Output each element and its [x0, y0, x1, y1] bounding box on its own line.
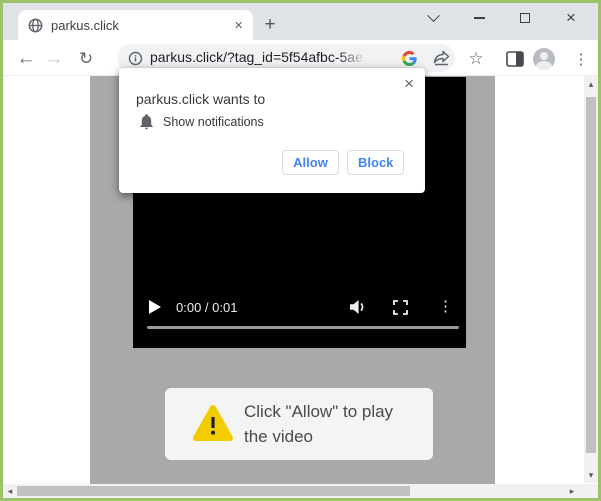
dialog-title: parkus.click wants to	[136, 91, 265, 107]
horizontal-scrollbar[interactable]: ◂ ▸	[3, 484, 598, 498]
reload-button[interactable]: ↻	[73, 46, 99, 72]
notification-permission-dialog: × parkus.click wants to Show notificatio…	[119, 68, 425, 193]
allow-warning-box: Click "Allow" to play the video	[165, 388, 433, 460]
scroll-right-icon[interactable]: ▸	[565, 484, 579, 498]
video-time: 0:00 / 0:01	[176, 300, 237, 315]
warning-line-2: the video	[244, 424, 393, 449]
url-fade-overlay	[338, 49, 372, 67]
vertical-scroll-thumb[interactable]	[586, 97, 596, 453]
video-overflow-icon[interactable]: ⋮	[438, 297, 453, 315]
forward-button[interactable]: →	[41, 46, 67, 72]
globe-favicon-icon	[28, 18, 43, 33]
block-button[interactable]: Block	[347, 150, 404, 175]
browser-tab[interactable]: parkus.click ×	[18, 10, 253, 40]
permission-label: Show notifications	[163, 115, 264, 129]
minimize-icon	[474, 17, 485, 19]
url-text: parkus.click/?tag_id=5f54afbc-5ae	[150, 49, 363, 65]
warning-triangle-icon	[192, 404, 234, 442]
warning-line-1: Click "Allow" to play	[244, 399, 393, 424]
window-close-button[interactable]: ×	[548, 3, 594, 33]
fullscreen-icon[interactable]	[393, 300, 408, 315]
browser-window: parkus.click × + × ← → ↻ parkus.click/?t…	[0, 0, 601, 501]
scrollbar-corner	[581, 484, 598, 498]
new-tab-button[interactable]: +	[259, 15, 281, 37]
url-display: parkus.click/?tag_id=5f54afbc-5ae	[150, 49, 372, 67]
browser-menu-button[interactable]: ⋮	[568, 46, 594, 72]
site-info-icon[interactable]	[128, 51, 143, 66]
window-maximize-button[interactable]	[502, 3, 548, 33]
maximize-icon	[520, 13, 530, 23]
dialog-buttons: Allow Block	[282, 150, 404, 175]
side-panel-button[interactable]	[502, 46, 528, 72]
scroll-down-icon[interactable]: ▾	[584, 469, 598, 481]
avatar	[533, 48, 555, 70]
horizontal-scroll-thumb[interactable]	[17, 486, 410, 496]
google-g-icon[interactable]	[402, 51, 417, 66]
tab-close-icon[interactable]: ×	[234, 18, 243, 33]
side-panel-icon	[506, 51, 524, 67]
chevron-down-icon	[427, 9, 440, 22]
profile-button[interactable]	[531, 46, 557, 72]
window-controls: ×	[410, 3, 594, 33]
tab-strip: parkus.click × + ×	[3, 3, 598, 40]
scroll-left-icon[interactable]: ◂	[3, 484, 17, 498]
window-minimize-button[interactable]	[456, 3, 502, 33]
window-chevron-button[interactable]	[410, 3, 456, 33]
tab-title: parkus.click	[51, 18, 234, 33]
dialog-close-icon[interactable]: ×	[404, 76, 414, 92]
video-progress-bar[interactable]	[147, 326, 459, 329]
back-button[interactable]: ←	[13, 46, 39, 72]
vertical-scrollbar[interactable]: ▴ ▾	[584, 76, 598, 483]
warning-message: Click "Allow" to play the video	[244, 399, 393, 449]
permission-row: Show notifications	[139, 114, 264, 130]
play-icon[interactable]	[149, 300, 161, 314]
bell-icon	[139, 114, 154, 130]
share-icon[interactable]	[433, 50, 450, 66]
allow-button[interactable]: Allow	[282, 150, 339, 175]
volume-icon[interactable]	[350, 299, 367, 315]
bookmark-star-button[interactable]: ☆	[463, 46, 489, 72]
scroll-up-icon[interactable]: ▴	[584, 78, 598, 90]
